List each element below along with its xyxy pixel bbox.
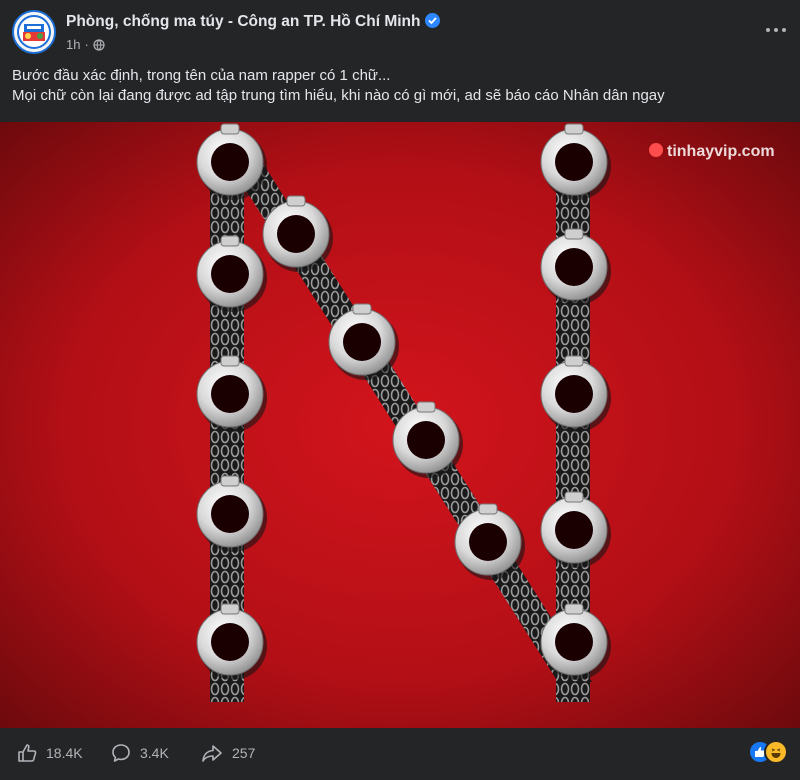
handcuff-lock xyxy=(220,603,240,615)
page-name[interactable]: Phòng, chống ma túy - Công an TP. Hồ Chí… xyxy=(66,13,441,31)
handcuff-lock xyxy=(352,303,372,315)
share-button[interactable]: 257 xyxy=(200,740,255,766)
handcuff-hole xyxy=(211,375,249,413)
handcuff-hole xyxy=(211,495,249,533)
globe-icon[interactable] xyxy=(93,39,105,54)
more-options-icon[interactable] xyxy=(764,22,788,38)
handcuff-lock xyxy=(220,235,240,247)
handcuff-lock xyxy=(564,355,584,367)
post-text-line-2: Mọi chữ còn lại đang được ad tập trung t… xyxy=(12,87,665,104)
handcuff-lock xyxy=(220,475,240,487)
page-avatar[interactable] xyxy=(12,10,56,54)
handcuff-hole xyxy=(277,215,315,253)
like-button[interactable]: 18.4K xyxy=(16,740,83,766)
meta-separator: · xyxy=(84,37,89,52)
verified-badge-icon xyxy=(425,13,441,28)
like-count: 18.4K xyxy=(46,745,83,761)
handcuff-lock xyxy=(286,195,306,207)
handcuff-lock xyxy=(416,401,436,413)
handcuff-hole xyxy=(211,143,249,181)
handcuff-lock xyxy=(564,123,584,135)
post-image[interactable]: tinhayvip.com xyxy=(0,122,800,728)
handcuff-hole xyxy=(555,623,593,661)
comment-button[interactable]: 3.4K xyxy=(110,740,169,766)
post-text-line-1: Bước đầu xác định, trong tên của nam rap… xyxy=(12,67,391,84)
handcuff-lock xyxy=(478,503,498,515)
post-header: Phòng, chống ma túy - Công an TP. Hồ Chí… xyxy=(0,0,800,60)
handcuff-hole xyxy=(555,248,593,286)
haha-reaction-icon xyxy=(764,740,788,764)
handcuff-lock xyxy=(564,603,584,615)
post-actions: 18.4K 3.4K 257 xyxy=(0,728,800,780)
handcuff-hole xyxy=(555,375,593,413)
post-text: Bước đầu xác định, trong tên của nam rap… xyxy=(12,66,665,106)
handcuff-hole xyxy=(469,523,507,561)
like-icon xyxy=(18,744,37,762)
share-count: 257 xyxy=(232,745,256,761)
comment-icon xyxy=(112,744,130,762)
handcuff-hole xyxy=(555,511,593,549)
watermark-text: tinhayvip.com xyxy=(667,143,775,160)
share-icon xyxy=(202,745,222,762)
watermark-logo: tinhayvip.com xyxy=(649,143,775,160)
post-time[interactable]: 1h xyxy=(66,37,80,52)
handcuff-hole xyxy=(343,323,381,361)
comment-count: 3.4K xyxy=(140,745,169,761)
handcuff-lock xyxy=(220,123,240,135)
handcuff-lock xyxy=(220,355,240,367)
post-meta: 1h · xyxy=(66,37,105,54)
handcuff-hole xyxy=(555,143,593,181)
handcuff-hole xyxy=(211,623,249,661)
handcuff-lock xyxy=(564,491,584,503)
handcuff-hole xyxy=(211,255,249,293)
handcuff-hole xyxy=(407,421,445,459)
page-name-text[interactable]: Phòng, chống ma túy - Công an TP. Hồ Chí… xyxy=(66,13,420,30)
reaction-icons[interactable] xyxy=(748,738,792,764)
handcuff-lock xyxy=(564,228,584,240)
